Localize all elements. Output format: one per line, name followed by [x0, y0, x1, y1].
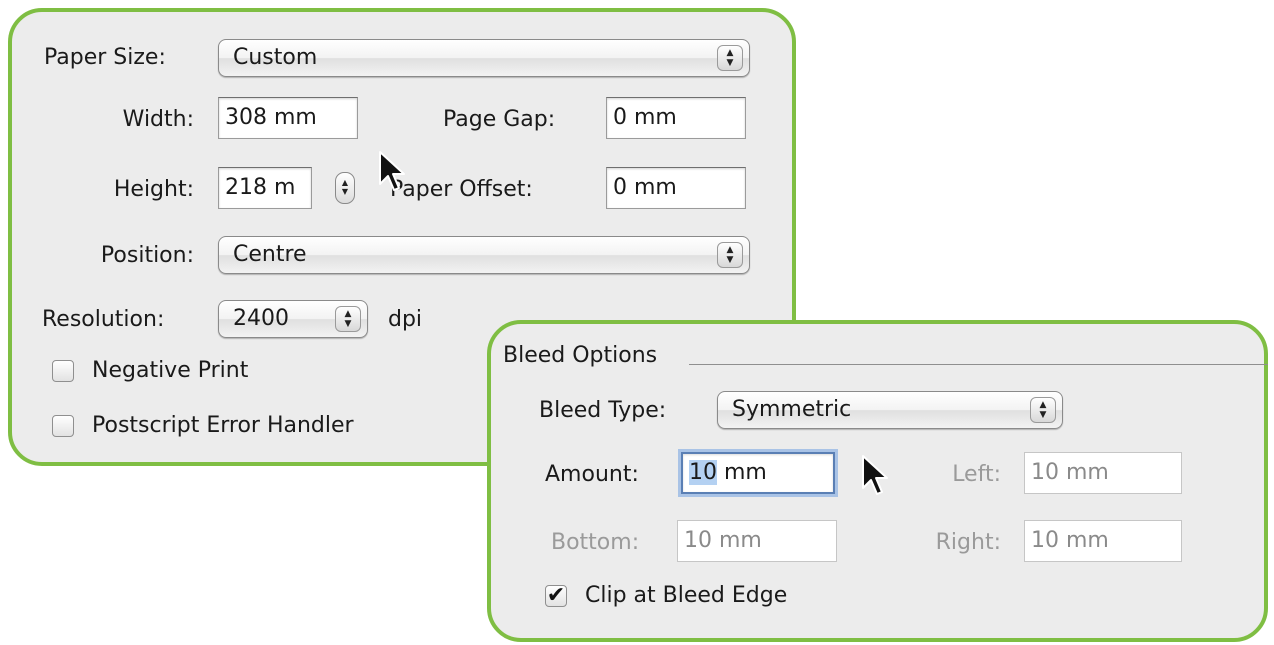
left-field[interactable]: 10 mm	[1024, 452, 1182, 494]
bottom-field[interactable]: 10 mm	[677, 520, 837, 562]
negative-print-label: Negative Print	[92, 358, 249, 383]
stepper-icon: ▲ ▼	[341, 178, 349, 196]
mouse-pointer-icon	[862, 455, 888, 495]
position-value: Centre	[233, 242, 307, 267]
checkmark-icon: ✔	[546, 583, 566, 608]
paper-size-label: Paper Size:	[44, 45, 166, 70]
amount-unit-text: mm	[717, 460, 767, 485]
postscript-error-handler-label: Postscript Error Handler	[92, 413, 354, 438]
width-label: Width:	[122, 107, 194, 132]
postscript-error-handler-checkbox[interactable]	[52, 415, 74, 437]
amount-label: Amount:	[545, 462, 639, 487]
paper-offset-label: Paper Offset:	[390, 177, 533, 202]
resolution-value: 2400	[233, 306, 289, 331]
page-gap-field[interactable]: 0 mm	[606, 97, 746, 139]
mouse-pointer-icon	[379, 151, 405, 191]
amount-selected-text: 10	[689, 460, 717, 485]
paper-size-value: Custom	[233, 45, 318, 70]
amount-field[interactable]: 10 mm	[681, 452, 835, 494]
height-field[interactable]: 218 m	[218, 167, 312, 209]
height-label: Height:	[113, 177, 194, 202]
width-field[interactable]: 308 mm	[218, 97, 358, 139]
bleed-options-title: Bleed Options	[503, 343, 658, 368]
position-label: Position:	[100, 243, 194, 268]
resolution-popup[interactable]: 2400 ▲ ▼	[218, 300, 368, 338]
right-label: Right:	[935, 530, 1001, 555]
bleed-options-panel: Bleed Options Bleed Type: Symmetric ▲ ▼ A…	[487, 320, 1268, 642]
bleed-type-popup[interactable]: Symmetric ▲ ▼	[717, 391, 1063, 429]
group-divider	[689, 364, 1268, 365]
paper-offset-field[interactable]: 0 mm	[606, 167, 746, 209]
negative-print-checkbox[interactable]	[52, 360, 74, 382]
bleed-type-label: Bleed Type:	[539, 398, 667, 423]
popup-arrows-icon: ▲ ▼	[1030, 397, 1056, 423]
resolution-unit: dpi	[388, 307, 423, 332]
paper-size-popup[interactable]: Custom ▲ ▼	[218, 39, 750, 77]
right-field[interactable]: 10 mm	[1024, 520, 1182, 562]
height-stepper[interactable]: ▲ ▼	[335, 172, 355, 204]
page-gap-label: Page Gap:	[443, 107, 556, 132]
left-label: Left:	[952, 462, 1001, 487]
bottom-label: Bottom:	[551, 530, 640, 555]
clip-at-bleed-edge-label: Clip at Bleed Edge	[585, 583, 788, 608]
position-popup[interactable]: Centre ▲ ▼	[218, 236, 750, 274]
bleed-type-value: Symmetric	[732, 397, 852, 422]
resolution-label: Resolution:	[42, 307, 165, 332]
clip-at-bleed-edge-checkbox[interactable]: ✔	[545, 585, 567, 607]
popup-arrows-icon: ▲ ▼	[717, 242, 743, 268]
popup-arrows-icon: ▲ ▼	[717, 45, 743, 71]
popup-arrows-icon: ▲ ▼	[335, 306, 361, 332]
